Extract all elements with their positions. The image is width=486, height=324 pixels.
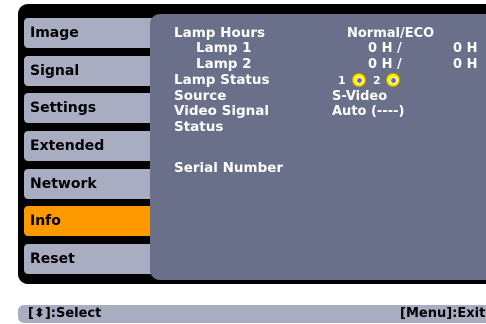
tab-signal[interactable]: Signal xyxy=(24,56,155,86)
video-signal-value: Auto (----) xyxy=(332,104,405,119)
lamp-status-1-number: 1 xyxy=(338,74,346,87)
info-panel: Lamp Hours Normal/ECO Lamp 1 0 H / 0 H L… xyxy=(150,14,486,280)
tab-network[interactable]: Network xyxy=(24,169,155,199)
tab-extended[interactable]: Extended xyxy=(24,131,155,161)
lamp1-normal-hours: 0 H / xyxy=(368,41,402,56)
source-value: S-Video xyxy=(332,89,388,104)
lamp-status-label: Lamp Status xyxy=(174,72,270,88)
lamp-status-2-number: 2 xyxy=(373,74,381,87)
tab-settings[interactable]: Settings xyxy=(24,93,155,123)
lamp2-label: Lamp 2 xyxy=(196,56,252,72)
lamp2-eco-hours: 0 H xyxy=(453,57,478,72)
status-bar: [⬍]:Select [Menu]:Exit xyxy=(18,305,486,323)
exit-hint: [Menu]:Exit xyxy=(400,306,486,321)
lamp1-status-indicator-icon xyxy=(352,73,366,87)
tab-reset[interactable]: Reset xyxy=(24,244,155,274)
status-label: Status xyxy=(174,119,224,135)
tab-info[interactable]: Info xyxy=(24,206,155,236)
select-hint: [⬍]:Select xyxy=(28,306,102,321)
source-label: Source xyxy=(174,88,227,104)
serial-number-label: Serial Number xyxy=(174,160,284,176)
lamp2-normal-hours: 0 H / xyxy=(368,57,402,72)
lamp2-status-indicator-icon xyxy=(386,73,400,87)
lamp1-eco-hours: 0 H xyxy=(453,41,478,56)
lamp-hours-header: Normal/ECO xyxy=(347,26,435,41)
lamp-hours-label: Lamp Hours xyxy=(174,25,266,41)
tab-image[interactable]: Image xyxy=(24,18,155,48)
lamp1-label: Lamp 1 xyxy=(196,40,252,56)
video-signal-label: Video Signal xyxy=(174,103,269,119)
